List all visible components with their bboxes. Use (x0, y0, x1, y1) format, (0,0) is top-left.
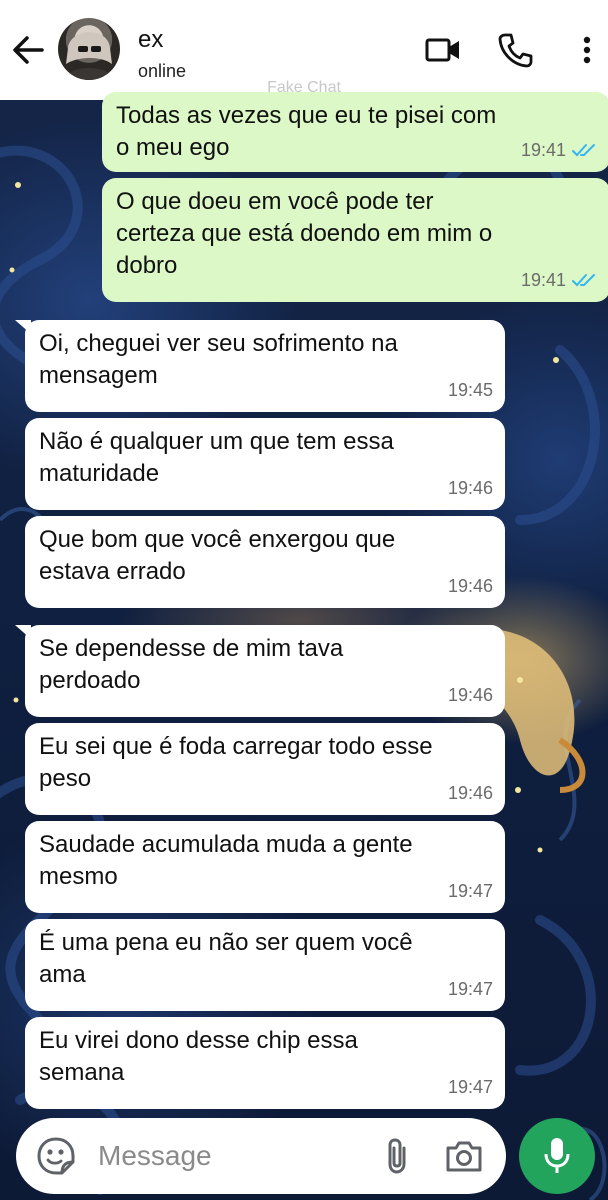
message-time: 19:41 (520, 270, 566, 290)
bubble-tail (15, 320, 31, 334)
phone-icon[interactable] (497, 32, 533, 68)
message-meta: 19:41 (521, 134, 598, 166)
message-time: 19:47 (447, 881, 493, 901)
message-incoming[interactable]: Se dependesse de mim tava perdoado 19:46 (15, 625, 505, 717)
message-input[interactable] (98, 1136, 358, 1176)
message-time: 19:47 (447, 979, 493, 999)
message-meta: 19:47 (448, 1071, 493, 1103)
message-incoming[interactable]: É uma pena eu não ser quem você ama 19:4… (25, 919, 505, 1011)
message-meta: 19:46 (448, 570, 493, 602)
camera-icon[interactable] (444, 1138, 484, 1174)
message-text: Não é qualquer um que tem essa maturidad… (39, 428, 394, 487)
message-incoming[interactable]: Oi, cheguei ver seu sofrimento na mensag… (15, 320, 505, 412)
mic-button[interactable] (519, 1118, 595, 1194)
mic-icon (544, 1138, 570, 1173)
contact-avatar[interactable] (58, 18, 120, 80)
message-text: Eu sei que é foda carregar todo esse pes… (39, 733, 433, 792)
message-time: 19:45 (447, 380, 493, 400)
emoji-sticker-icon[interactable] (36, 1136, 76, 1176)
message-time: 19:46 (447, 783, 493, 803)
contact-name[interactable]: ex (138, 26, 163, 54)
back-arrow-icon[interactable] (8, 30, 48, 70)
message-text: É uma pena eu não ser quem você ama (39, 929, 413, 988)
message-meta: 19:46 (448, 472, 493, 504)
video-call-icon[interactable] (425, 32, 461, 68)
message-time: 19:46 (447, 478, 493, 498)
message-time: 19:47 (447, 1077, 493, 1097)
message-meta: 19:47 (448, 973, 493, 1005)
read-ticks-icon (572, 274, 595, 287)
attach-icon[interactable] (382, 1136, 414, 1176)
message-meta: 19:46 (448, 777, 493, 809)
message-incoming[interactable]: Não é qualquer um que tem essa maturidad… (25, 418, 505, 510)
message-incoming[interactable]: Eu virei dono desse chip essa semana 19:… (25, 1017, 505, 1109)
message-time: 19:41 (520, 140, 566, 160)
read-ticks-icon (572, 144, 595, 157)
message-incoming[interactable]: Eu sei que é foda carregar todo esse pes… (25, 723, 505, 815)
message-outgoing[interactable]: O que doeu em você pode ter certeza que … (102, 178, 608, 302)
message-incoming[interactable]: Saudade acumulada muda a gente mesmo 19:… (25, 821, 505, 913)
message-text: Que bom que você enxergou que estava err… (39, 526, 396, 585)
message-composer (16, 1118, 506, 1194)
message-time: 19:46 (447, 576, 493, 596)
message-incoming[interactable]: Que bom que você enxergou que estava err… (25, 516, 505, 608)
message-meta: 19:41 (521, 264, 598, 296)
chat-header: ex online Fake Chat (0, 0, 608, 100)
message-text: Eu virei dono desse chip essa semana (39, 1027, 358, 1086)
message-meta: 19:47 (448, 875, 493, 907)
more-options-icon[interactable] (571, 32, 603, 68)
message-text: Se dependesse de mim tava perdoado (39, 635, 344, 694)
bubble-tail (15, 625, 31, 639)
message-meta: 19:46 (448, 679, 493, 711)
message-outgoing[interactable]: Todas as vezes que eu te pisei com o meu… (102, 92, 608, 172)
message-text: Saudade acumulada muda a gente mesmo (39, 831, 413, 890)
message-meta: 19:45 (448, 374, 493, 406)
message-time: 19:46 (447, 685, 493, 705)
message-text: Oi, cheguei ver seu sofrimento na mensag… (39, 330, 398, 389)
